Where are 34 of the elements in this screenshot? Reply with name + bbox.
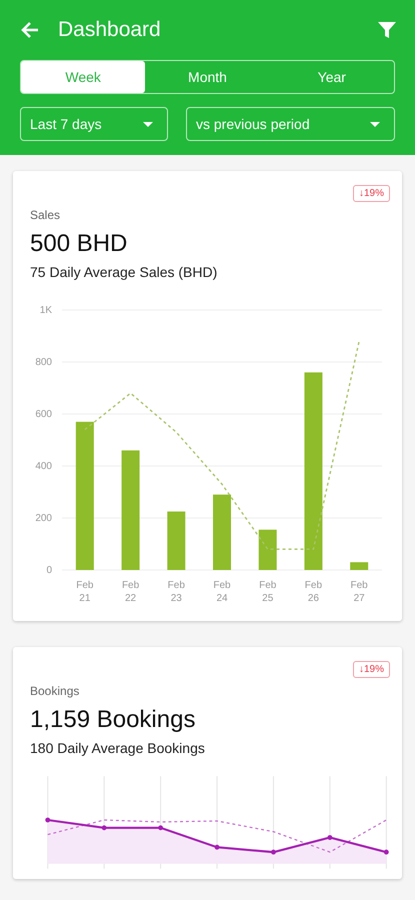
period-tab[interactable]: Week [21, 61, 146, 93]
caret-icon [143, 122, 153, 126]
axis-category-label: Feb 22 [122, 580, 140, 604]
axis-tick-label: 400 [35, 461, 52, 472]
dropdown[interactable]: vs previous period [186, 107, 395, 141]
filter-icon[interactable] [377, 20, 397, 40]
card-subtitle: 75 Daily Average Sales (BHD) [30, 264, 218, 280]
screen-title: Dashboard [58, 18, 162, 42]
bar [258, 530, 277, 570]
dropdown[interactable]: Last 7 days [20, 107, 168, 141]
back-arrow-icon[interactable] [20, 20, 40, 40]
axis-category-label: Feb 27 [350, 580, 368, 604]
axis-category-label: Feb 25 [259, 580, 276, 604]
card-subtitle: 180 Daily Average Bookings [30, 740, 206, 756]
period-tab[interactable]: Month [145, 61, 270, 93]
axis-tick-label: 800 [35, 357, 52, 368]
axis-category-label: Feb 23 [168, 580, 185, 604]
change-badge: ↓19% [352, 185, 390, 202]
axis-tick-label: 1K [40, 305, 52, 316]
axis-tick-label: 200 [35, 513, 52, 524]
card-label: Sales [30, 208, 62, 222]
bar [167, 512, 186, 570]
card-value: 500 BHD [30, 230, 128, 258]
axis-category-label: Feb 21 [76, 580, 94, 604]
change-badge: ↓19% [352, 661, 390, 678]
period-tab[interactable]: Year [270, 61, 394, 93]
card-label: Bookings [30, 684, 80, 698]
caret-icon [370, 122, 380, 126]
axis-category-label: Feb 26 [304, 580, 322, 604]
axis-tick-label: 0 [46, 565, 52, 576]
axis-tick-label: 600 [35, 409, 52, 420]
card-value: 1,159 Bookings [30, 706, 196, 734]
bar [350, 562, 368, 570]
axis-category-label: Feb 24 [213, 580, 231, 604]
